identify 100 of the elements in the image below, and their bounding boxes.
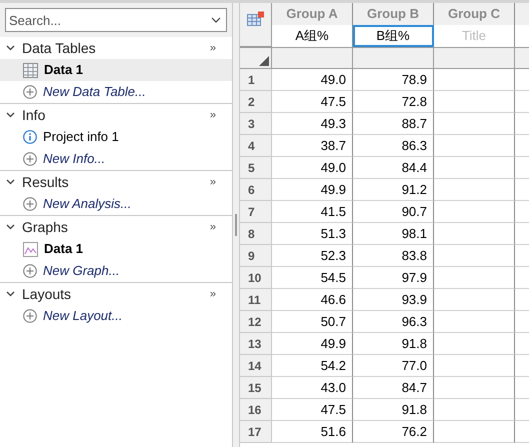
table-cell[interactable]: 50.7 (272, 311, 353, 333)
table-cell[interactable]: 49.9 (272, 333, 353, 355)
row-number[interactable]: 10 (240, 267, 272, 289)
row-number[interactable]: 17 (240, 421, 272, 443)
table-cell[interactable] (434, 201, 515, 223)
add-icon (23, 264, 37, 278)
table-cell[interactable]: 91.8 (353, 399, 434, 421)
sidebar-item[interactable]: Data 1 (0, 238, 232, 260)
row-number[interactable]: 8 (240, 223, 272, 245)
collapse-chevron-icon[interactable] (6, 112, 15, 118)
table-cell[interactable] (434, 377, 515, 399)
row-number[interactable]: 13 (240, 333, 272, 355)
sidebar-item[interactable]: New Info... (0, 148, 232, 170)
table-cell[interactable]: 96.3 (353, 311, 434, 333)
more-chevron-icon[interactable]: » (210, 40, 216, 56)
section-title[interactable]: Graphs (22, 216, 210, 238)
table-cell[interactable]: 77.0 (353, 355, 434, 377)
table-cell[interactable] (434, 311, 515, 333)
splitter-handle[interactable] (235, 214, 237, 236)
table-cell[interactable]: 43.0 (272, 377, 353, 399)
row-number[interactable]: 15 (240, 377, 272, 399)
table-cell[interactable] (434, 135, 515, 157)
table-cell[interactable]: 38.7 (272, 135, 353, 157)
sidebar-item[interactable]: New Analysis... (0, 193, 232, 215)
column-title-cell[interactable]: B组% (353, 25, 434, 47)
sidebar-item[interactable]: Project info 1 (0, 126, 232, 148)
section-title[interactable]: Layouts (22, 284, 210, 304)
table-cell[interactable] (434, 333, 515, 355)
table-cell[interactable]: 86.3 (353, 135, 434, 157)
row-number[interactable]: 5 (240, 157, 272, 179)
row-number[interactable]: 6 (240, 179, 272, 201)
table-cell[interactable] (434, 223, 515, 245)
table-cell[interactable]: 54.5 (272, 267, 353, 289)
row-number[interactable]: 12 (240, 311, 272, 333)
table-cell[interactable]: 88.7 (353, 113, 434, 135)
collapse-chevron-icon[interactable] (6, 45, 15, 51)
row-number[interactable]: 3 (240, 113, 272, 135)
more-chevron-icon[interactable]: » (210, 174, 216, 190)
row-number[interactable]: 4 (240, 135, 272, 157)
subcolumn-header[interactable] (434, 47, 515, 69)
table-cell[interactable]: 97.9 (353, 267, 434, 289)
section-title[interactable]: Data Tables (22, 38, 210, 58)
more-chevron-icon[interactable]: » (210, 218, 216, 236)
table-cell[interactable] (434, 113, 515, 135)
collapse-chevron-icon[interactable] (6, 179, 15, 185)
row-number[interactable]: 9 (240, 245, 272, 267)
table-cell[interactable]: 83.8 (353, 245, 434, 267)
table-cell[interactable]: 46.6 (272, 289, 353, 311)
table-cell[interactable]: 49.3 (272, 113, 353, 135)
more-chevron-icon[interactable]: » (210, 106, 216, 124)
table-cell[interactable] (434, 267, 515, 289)
table-cell[interactable]: 51.3 (272, 223, 353, 245)
table-cell[interactable]: 98.1 (353, 223, 434, 245)
table-cell[interactable] (434, 355, 515, 377)
table-cell[interactable]: 41.5 (272, 201, 353, 223)
sidebar-item[interactable]: New Graph... (0, 260, 232, 282)
sidebar-item[interactable]: New Layout... (0, 305, 232, 327)
row-number[interactable]: 7 (240, 201, 272, 223)
collapse-chevron-icon[interactable] (6, 291, 15, 297)
table-cell[interactable] (434, 69, 515, 91)
table-cell[interactable]: 54.2 (272, 355, 353, 377)
table-cell[interactable]: 76.2 (353, 421, 434, 443)
table-settings-icon[interactable] (246, 11, 264, 27)
table-cell[interactable]: 49.0 (272, 157, 353, 179)
table-cell[interactable]: 52.3 (272, 245, 353, 267)
row-number[interactable]: 1 (240, 69, 272, 91)
table-cell[interactable] (434, 289, 515, 311)
table-cell[interactable]: 84.7 (353, 377, 434, 399)
table-cell[interactable]: 47.5 (272, 91, 353, 113)
collapse-chevron-icon[interactable] (6, 224, 15, 230)
sidebar-item[interactable]: Data 1 (0, 59, 232, 81)
table-cell[interactable] (434, 91, 515, 113)
subcolumn-header[interactable] (272, 47, 353, 69)
section-title[interactable]: Results (22, 172, 210, 192)
table-cell[interactable]: 72.8 (353, 91, 434, 113)
table-cell[interactable] (434, 399, 515, 421)
row-number[interactable]: 14 (240, 355, 272, 377)
table-cell[interactable]: 84.4 (353, 157, 434, 179)
table-cell[interactable] (434, 179, 515, 201)
table-cell[interactable] (434, 421, 515, 443)
row-number[interactable]: 16 (240, 399, 272, 421)
row-number[interactable]: 2 (240, 91, 272, 113)
table-cell[interactable]: 78.9 (353, 69, 434, 91)
table-cell[interactable]: 49.9 (272, 179, 353, 201)
table-cell[interactable] (434, 245, 515, 267)
more-chevron-icon[interactable]: » (210, 286, 216, 302)
table-cell[interactable]: 91.8 (353, 333, 434, 355)
dropdown-caret-icon[interactable] (211, 17, 221, 23)
table-cell[interactable]: 90.7 (353, 201, 434, 223)
section-title[interactable]: Info (22, 104, 210, 126)
sidebar-item[interactable]: New Data Table... (0, 81, 232, 103)
table-cell[interactable]: 91.2 (353, 179, 434, 201)
table-cell[interactable]: 51.6 (272, 421, 353, 443)
table-cell[interactable]: 49.0 (272, 69, 353, 91)
table-cell[interactable]: 93.9 (353, 289, 434, 311)
table-cell[interactable] (434, 157, 515, 179)
row-number[interactable]: 11 (240, 289, 272, 311)
subcolumn-header[interactable] (353, 47, 434, 69)
table-cell[interactable]: 47.5 (272, 399, 353, 421)
search-field[interactable]: Search... (5, 8, 227, 32)
